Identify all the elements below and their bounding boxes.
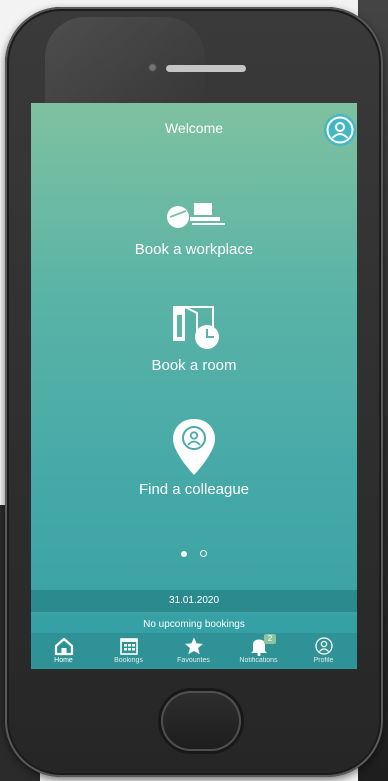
page-dot-active[interactable] xyxy=(181,550,188,557)
location-pin-user-icon xyxy=(173,419,215,475)
tab-favourites[interactable]: Favourites xyxy=(161,633,226,669)
speaker-grille xyxy=(166,65,246,72)
tile-label: Book a room xyxy=(151,357,237,374)
desk-icon xyxy=(167,203,225,228)
page-title: Welcome xyxy=(164,120,224,136)
user-circle-icon xyxy=(324,114,356,146)
tab-label: Notifications xyxy=(239,657,278,664)
app-screen: Welcome Book a workplace Book a room Fin… xyxy=(31,103,357,669)
page-indicator xyxy=(31,545,357,563)
tab-profile[interactable]: Profile xyxy=(291,633,356,669)
device-mockup-scene: Welcome Book a workplace Book a room Fin… xyxy=(0,0,388,781)
tab-home[interactable]: Home xyxy=(31,633,96,669)
calendar-icon xyxy=(119,638,138,655)
book-room-tile[interactable]: Book a room xyxy=(31,299,357,374)
user-circle-icon xyxy=(314,637,333,655)
app-header: Welcome xyxy=(31,103,357,157)
tile-label: Find a colleague xyxy=(138,481,250,498)
camera-icon xyxy=(148,63,157,72)
find-colleague-tile[interactable]: Find a colleague xyxy=(31,417,357,498)
tile-label: Book a workplace xyxy=(134,241,254,258)
room-clock-icon xyxy=(173,306,219,349)
tab-label: Bookings xyxy=(114,657,143,664)
phone-sheen xyxy=(45,17,205,107)
notification-badge: 2 xyxy=(264,634,276,644)
tab-bookings[interactable]: Bookings xyxy=(96,633,161,669)
tab-notifications[interactable]: 2 Notifications xyxy=(226,633,291,669)
profile-button[interactable] xyxy=(323,113,357,147)
book-workplace-tile[interactable]: Book a workplace xyxy=(31,195,357,258)
upcoming-bookings-status[interactable]: No upcoming bookings xyxy=(31,615,357,635)
home-icon xyxy=(54,637,73,656)
tab-label: Profile xyxy=(313,657,334,664)
home-hardware-button[interactable] xyxy=(161,691,241,751)
page-dot[interactable] xyxy=(199,550,207,558)
bottom-tab-bar: Home Bookings Favourites 2 Notifications… xyxy=(31,633,357,669)
star-icon xyxy=(184,637,203,655)
tab-label: Favourites xyxy=(177,657,210,664)
tab-label: Home xyxy=(54,657,73,664)
date-bar: 31.01.2020 xyxy=(31,590,357,612)
